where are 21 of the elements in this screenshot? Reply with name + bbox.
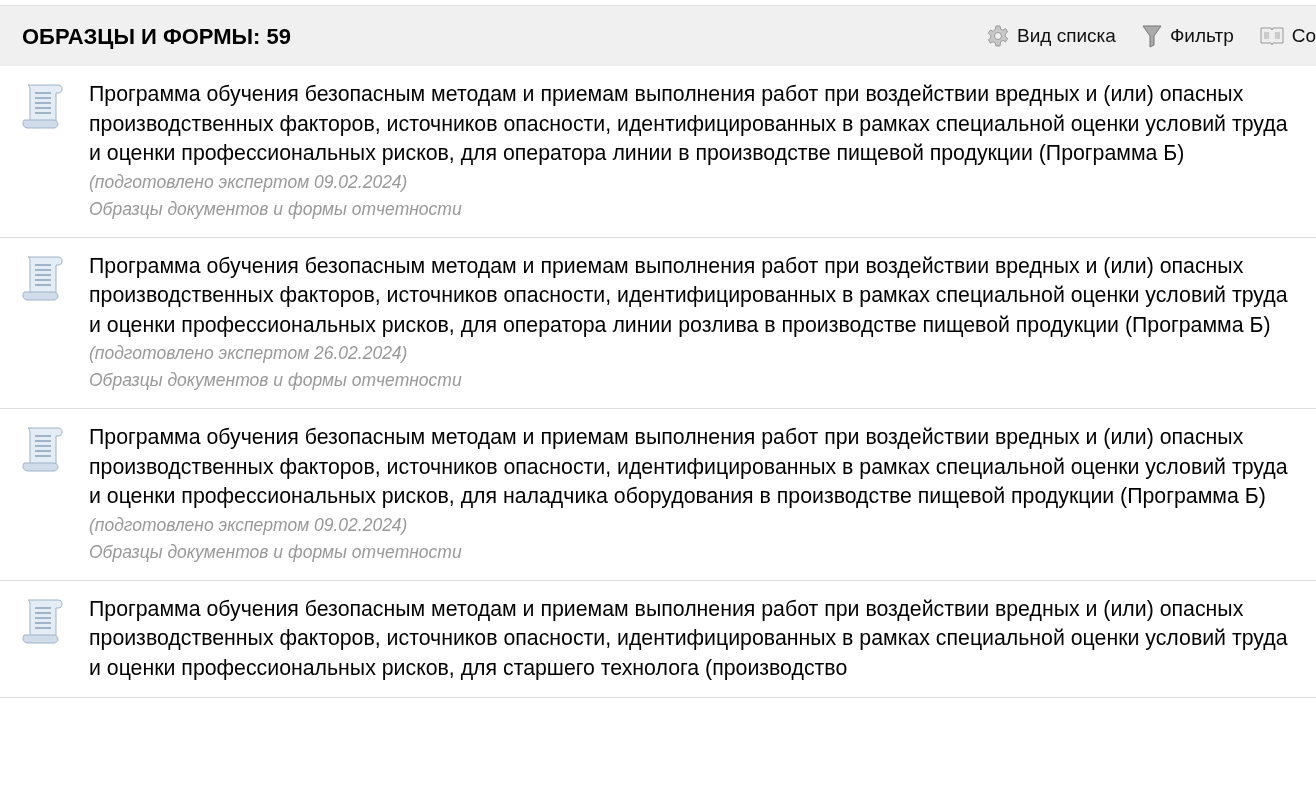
document-link[interactable]: Программа обучения безопасным методам и приемам выполнения работ при воздействии вредных и (или) опасных производственных факторов, источников опасности, идентифицированных в рамках специальной оценки условий труда и оценки профессиональных рисков, для оператора линии розлива в производстве пищевой продукции (Программа Б): [89, 251, 1292, 340]
category-label: Образцы документов и формы отчетности: [89, 369, 463, 392]
toolbar-button[interactable]: Фильтр: [1141, 21, 1234, 51]
document-icon: [20, 82, 64, 130]
category-label: Образцы документов и формы отчетности: [89, 197, 463, 221]
category-label: Образцы документов и формы отчетности: [89, 540, 463, 564]
document-link[interactable]: Программа обучения безопасным методам и приемам выполнения работ при воздействии вредных и (или) опасных производственных факторов, источников опасности, идентифицированных в рамках специальной оценки условий труда и оценки профессиональных рисков, для старшего технолога (производство: [89, 594, 1292, 683]
toolbar-button[interactable]: Вид списка: [987, 21, 1116, 51]
document-icon: [20, 253, 64, 302]
funnel-icon: [1141, 24, 1162, 48]
date-note: (подготовлено экспертом 26.02.2024): [89, 342, 409, 365]
document-link[interactable]: Программа обучения безопасным методам и приемам выполнения работ при воздействии вредных и (или) опасных производственных факторов, источников опасности, идентифицированных в рамках специальной оценки условий труда и оценки профессиональных рисков, для оператора линии в производстве пищевой продукции (Программа Б): [89, 80, 1292, 169]
date-note: (подготовлено экспертом 09.02.2024): [89, 513, 409, 537]
toolbar-button[interactable]: Со: [1259, 21, 1316, 51]
book-icon: [1259, 25, 1284, 47]
gear-icon: [987, 25, 1009, 47]
document-icon: [20, 425, 64, 473]
document-icon: [20, 596, 64, 645]
date-note: (подготовлено экспертом 09.02.2024): [89, 170, 409, 194]
document-link[interactable]: Программа обучения безопасным методам и приемам выполнения работ при воздействии вредных и (или) опасных производственных факторов, источников опасности, идентифицированных в рамках специальной оценки условий труда и оценки профессиональных рисков, для наладчика оборудования в производстве пищевой продукции (Программа Б): [89, 423, 1292, 512]
page-title: ОБРАЗЦЫ И ФОРМЫ: 59: [22, 22, 292, 51]
